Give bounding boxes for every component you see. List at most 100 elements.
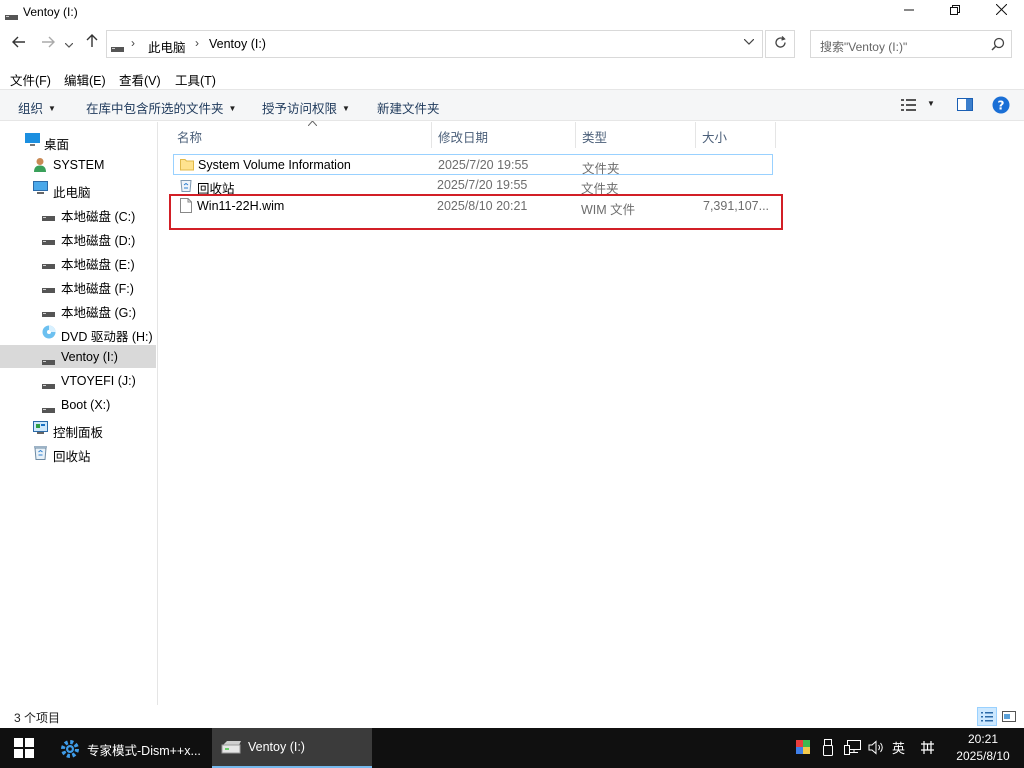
taskbar-app-label: Ventoy (I:) <box>248 740 305 754</box>
minimize-button[interactable] <box>886 0 932 24</box>
view-options-caret-icon[interactable]: ▼ <box>927 99 935 108</box>
nav-item-system-user[interactable]: SYSTEM <box>0 153 156 176</box>
file-modified: 2025/7/20 19:55 <box>438 158 529 172</box>
organize-label: 组织 <box>18 102 44 116</box>
dvd-icon <box>42 325 56 342</box>
system-clock[interactable]: 20:21 2025/8/10 <box>948 731 1018 765</box>
drive-icon <box>111 42 124 56</box>
details-view-button[interactable] <box>977 707 997 726</box>
include-in-library-button[interactable]: 在库中包含所选的文件夹 ▼ <box>86 98 236 117</box>
window-title: Ventoy (I:) <box>23 5 78 19</box>
file-row-recycle-bin[interactable]: 回收站 2025/7/20 19:55 文件夹 <box>173 175 773 196</box>
nav-item-boot-x[interactable]: Boot (X:) <box>0 393 156 416</box>
ime-keyboard-icon[interactable] <box>920 740 935 758</box>
recent-locations-chevron-icon[interactable] <box>62 34 76 54</box>
recycle-bin-icon <box>180 178 192 195</box>
windows-logo-icon <box>14 738 34 758</box>
taskbar-app-ventoy[interactable]: Ventoy (I:) <box>212 728 372 768</box>
column-header-name[interactable]: 名称 <box>171 120 432 148</box>
menu-view[interactable]: 查看(V) <box>119 70 161 89</box>
nav-item-desktop[interactable]: 桌面 <box>0 129 156 152</box>
nav-item-drive-d[interactable]: 本地磁盘 (D:) <box>0 225 156 248</box>
volume-icon[interactable] <box>868 740 885 758</box>
network-icon[interactable] <box>844 740 862 758</box>
restore-button[interactable] <box>932 0 978 24</box>
file-row-system-volume-information[interactable]: System Volume Information 2025/7/20 19:5… <box>173 154 773 176</box>
column-modified-label: 修改日期 <box>438 131 489 145</box>
nav-item-recycle-bin[interactable]: 回收站 <box>0 441 156 464</box>
menu-tools[interactable]: 工具(T) <box>175 70 216 89</box>
taskbar-app-label: 专家模式-Dism++x... <box>87 744 201 758</box>
file-modified: 2025/7/20 19:55 <box>437 178 528 192</box>
breadcrumb-separator-icon[interactable]: › <box>195 36 199 50</box>
breadcrumb-separator-icon[interactable]: › <box>131 36 135 50</box>
nav-item-drive-f[interactable]: 本地磁盘 (F:) <box>0 273 156 296</box>
menu-edit[interactable]: 编辑(E) <box>64 70 106 89</box>
taskbar-app-dism[interactable]: 专家模式-Dism++x... <box>50 728 210 768</box>
nav-label: SYSTEM <box>53 158 105 172</box>
caret-down-icon: ▼ <box>342 104 350 113</box>
item-count: 3 个项目 <box>14 711 61 725</box>
help-icon[interactable]: ? <box>992 96 1010 117</box>
ime-indicator[interactable]: 英 <box>892 738 905 757</box>
navigation-pane: 桌面 SYSTEM 此电脑 本地磁盘 (C:) 本地磁盘 (D:) 本地磁盘 (… <box>0 122 158 705</box>
back-icon[interactable] <box>9 34 29 54</box>
refresh-button[interactable] <box>765 30 795 58</box>
nav-label: Ventoy (I:) <box>61 350 118 364</box>
breadcrumb-ventoy[interactable]: Ventoy (I:) <box>209 37 266 51</box>
organize-button[interactable]: 组织 ▼ <box>18 98 56 117</box>
nav-item-drive-e[interactable]: 本地磁盘 (E:) <box>0 249 156 272</box>
title-bar: Ventoy (I:) <box>0 0 1024 26</box>
address-dropdown-icon[interactable] <box>743 36 755 48</box>
search-box[interactable]: 搜索"Ventoy (I:)" <box>810 30 1012 58</box>
start-button[interactable] <box>0 728 48 768</box>
status-bar: 3 个项目 <box>0 705 1024 728</box>
drive-icon <box>42 403 55 417</box>
nav-label: 本地磁盘 (C:) <box>61 210 136 224</box>
clock-time: 20:21 <box>967 732 999 746</box>
search-placeholder: 搜索"Ventoy (I:)" <box>820 40 908 54</box>
highlight-annotation-box <box>169 194 783 230</box>
color-tray-icon[interactable] <box>796 740 810 757</box>
large-icons-view-button[interactable] <box>1000 707 1020 726</box>
nav-item-dvd-h[interactable]: DVD 驱动器 (H:) <box>0 321 156 344</box>
drive-icon <box>42 211 55 225</box>
nav-item-ventoy-i[interactable]: Ventoy (I:) <box>0 345 156 368</box>
column-header-modified[interactable]: 修改日期 <box>432 122 576 148</box>
taskbar: 专家模式-Dism++x... Ventoy (I:) 英 20:21 2025… <box>0 728 1024 768</box>
svg-text:?: ? <box>998 99 1005 113</box>
nav-item-drive-g[interactable]: 本地磁盘 (G:) <box>0 297 156 320</box>
address-bar[interactable]: › 此电脑 › Ventoy (I:) <box>106 30 763 58</box>
preview-pane-icon[interactable] <box>957 98 973 114</box>
drive-icon <box>42 307 55 321</box>
user-icon <box>33 157 47 175</box>
search-icon[interactable] <box>991 37 1005 54</box>
drive-icon <box>42 283 55 297</box>
column-header-size[interactable]: 大小 <box>696 122 776 148</box>
file-list: 名称 修改日期 类型 大小 System Volume Information … <box>160 120 1024 705</box>
nav-label: 控制面板 <box>53 426 104 440</box>
up-arrow-icon[interactable] <box>82 34 102 54</box>
desktop-icon <box>25 133 40 149</box>
drive-icon <box>42 235 55 249</box>
breadcrumb-this-pc[interactable]: 此电脑 <box>148 37 186 56</box>
navigation-bar: › 此电脑 › Ventoy (I:) 搜索"Ventoy (I:)" <box>0 28 1024 60</box>
column-header-type[interactable]: 类型 <box>576 122 696 148</box>
computer-icon <box>33 181 48 197</box>
share-access-button[interactable]: 授予访问权限 ▼ <box>262 98 350 117</box>
close-button[interactable] <box>978 0 1024 24</box>
nav-label: 回收站 <box>53 450 91 464</box>
nav-item-control-panel[interactable]: 控制面板 <box>0 417 156 440</box>
nav-item-drive-c[interactable]: 本地磁盘 (C:) <box>0 201 156 224</box>
nav-label: DVD 驱动器 (H:) <box>61 330 153 344</box>
nav-label: 本地磁盘 (G:) <box>61 306 136 320</box>
new-folder-button[interactable]: 新建文件夹 <box>377 98 440 117</box>
caret-down-icon: ▼ <box>48 104 56 113</box>
nav-item-this-pc[interactable]: 此电脑 <box>0 177 156 200</box>
nav-item-vtoyefi-j[interactable]: VTOYEFI (J:) <box>0 369 156 392</box>
forward-icon[interactable] <box>38 34 58 54</box>
file-name: System Volume Information <box>198 158 351 172</box>
menu-file[interactable]: 文件(F) <box>10 70 51 89</box>
view-options-icon[interactable] <box>901 99 919 114</box>
usb-eject-icon[interactable] <box>823 739 833 759</box>
